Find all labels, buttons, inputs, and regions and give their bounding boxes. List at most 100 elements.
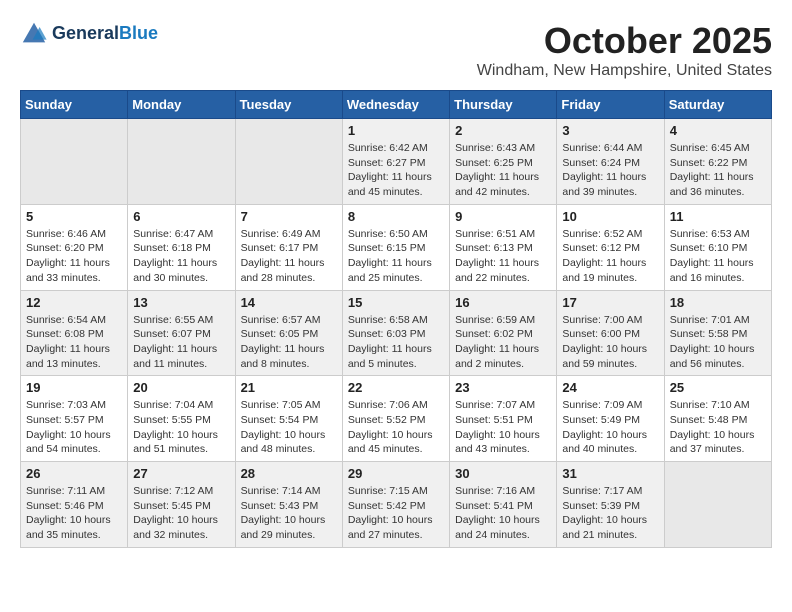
day-info: Sunrise: 7:07 AM Sunset: 5:51 PM Dayligh… bbox=[455, 398, 551, 457]
title-area: October 2025 Windham, New Hampshire, Uni… bbox=[477, 20, 772, 80]
calendar-cell: 6 Sunrise: 6:47 AM Sunset: 6:18 PM Daylig… bbox=[128, 204, 235, 290]
day-number: 20 bbox=[133, 380, 229, 395]
calendar-cell bbox=[235, 119, 342, 205]
month-title: October 2025 bbox=[477, 20, 772, 62]
day-info: Sunrise: 6:58 AM Sunset: 6:03 PM Dayligh… bbox=[348, 313, 444, 372]
day-number: 4 bbox=[670, 123, 766, 138]
day-number: 27 bbox=[133, 466, 229, 481]
day-number: 3 bbox=[562, 123, 658, 138]
day-info: Sunrise: 6:52 AM Sunset: 6:12 PM Dayligh… bbox=[562, 227, 658, 286]
col-header-monday: Monday bbox=[128, 91, 235, 119]
col-header-thursday: Thursday bbox=[450, 91, 557, 119]
day-info: Sunrise: 6:42 AM Sunset: 6:27 PM Dayligh… bbox=[348, 141, 444, 200]
day-number: 18 bbox=[670, 295, 766, 310]
logo-icon bbox=[20, 20, 48, 48]
calendar-cell: 23 Sunrise: 7:07 AM Sunset: 5:51 PM Dayli… bbox=[450, 376, 557, 462]
day-number: 22 bbox=[348, 380, 444, 395]
calendar-cell: 24 Sunrise: 7:09 AM Sunset: 5:49 PM Dayli… bbox=[557, 376, 664, 462]
day-info: Sunrise: 6:55 AM Sunset: 6:07 PM Dayligh… bbox=[133, 313, 229, 372]
day-info: Sunrise: 7:03 AM Sunset: 5:57 PM Dayligh… bbox=[26, 398, 122, 457]
calendar-cell: 27Sunrise: 7:12 AM Sunset: 5:45 PM Dayli… bbox=[128, 462, 235, 548]
day-info: Sunrise: 6:49 AM Sunset: 6:17 PM Dayligh… bbox=[241, 227, 337, 286]
day-number: 2 bbox=[455, 123, 551, 138]
day-info: Sunrise: 6:46 AM Sunset: 6:20 PM Dayligh… bbox=[26, 227, 122, 286]
calendar-cell: 13 Sunrise: 6:55 AM Sunset: 6:07 PM Dayli… bbox=[128, 290, 235, 376]
day-info: Sunrise: 7:14 AM Sunset: 5:43 PM Dayligh… bbox=[241, 484, 337, 543]
day-number: 12 bbox=[26, 295, 122, 310]
day-info: Sunrise: 6:47 AM Sunset: 6:18 PM Dayligh… bbox=[133, 227, 229, 286]
calendar-cell: 11Sunrise: 6:53 AM Sunset: 6:10 PM Dayli… bbox=[664, 204, 771, 290]
logo-line1: GeneralBlue bbox=[52, 24, 158, 44]
col-header-tuesday: Tuesday bbox=[235, 91, 342, 119]
day-number: 28 bbox=[241, 466, 337, 481]
calendar-cell bbox=[664, 462, 771, 548]
day-info: Sunrise: 7:00 AM Sunset: 6:00 PM Dayligh… bbox=[562, 313, 658, 372]
calendar-cell: 8Sunrise: 6:50 AM Sunset: 6:15 PM Daylig… bbox=[342, 204, 449, 290]
calendar-week-row: 1 Sunrise: 6:42 AM Sunset: 6:27 PM Daylig… bbox=[21, 119, 772, 205]
day-number: 5 bbox=[26, 209, 122, 224]
day-number: 14 bbox=[241, 295, 337, 310]
calendar-cell bbox=[21, 119, 128, 205]
calendar-cell: 25Sunrise: 7:10 AM Sunset: 5:48 PM Dayli… bbox=[664, 376, 771, 462]
day-info: Sunrise: 7:01 AM Sunset: 5:58 PM Dayligh… bbox=[670, 313, 766, 372]
calendar-cell: 30Sunrise: 7:16 AM Sunset: 5:41 PM Dayli… bbox=[450, 462, 557, 548]
day-number: 24 bbox=[562, 380, 658, 395]
day-info: Sunrise: 6:51 AM Sunset: 6:13 PM Dayligh… bbox=[455, 227, 551, 286]
calendar-week-row: 19 Sunrise: 7:03 AM Sunset: 5:57 PM Dayli… bbox=[21, 376, 772, 462]
day-info: Sunrise: 6:45 AM Sunset: 6:22 PM Dayligh… bbox=[670, 141, 766, 200]
day-number: 23 bbox=[455, 380, 551, 395]
calendar-cell: 14 Sunrise: 6:57 AM Sunset: 6:05 PM Dayli… bbox=[235, 290, 342, 376]
calendar-cell: 28 Sunrise: 7:14 AM Sunset: 5:43 PM Dayli… bbox=[235, 462, 342, 548]
day-info: Sunrise: 7:16 AM Sunset: 5:41 PM Dayligh… bbox=[455, 484, 551, 543]
day-info: Sunrise: 6:43 AM Sunset: 6:25 PM Dayligh… bbox=[455, 141, 551, 200]
day-number: 13 bbox=[133, 295, 229, 310]
day-info: Sunrise: 7:05 AM Sunset: 5:54 PM Dayligh… bbox=[241, 398, 337, 457]
day-info: Sunrise: 6:54 AM Sunset: 6:08 PM Dayligh… bbox=[26, 313, 122, 372]
calendar-week-row: 26 Sunrise: 7:11 AM Sunset: 5:46 PM Dayli… bbox=[21, 462, 772, 548]
calendar-cell: 16 Sunrise: 6:59 AM Sunset: 6:02 PM Dayli… bbox=[450, 290, 557, 376]
day-number: 31 bbox=[562, 466, 658, 481]
day-number: 19 bbox=[26, 380, 122, 395]
calendar-cell: 21 Sunrise: 7:05 AM Sunset: 5:54 PM Dayli… bbox=[235, 376, 342, 462]
day-info: Sunrise: 6:57 AM Sunset: 6:05 PM Dayligh… bbox=[241, 313, 337, 372]
header: GeneralBlue October 2025 Windham, New Ha… bbox=[20, 20, 772, 80]
day-number: 21 bbox=[241, 380, 337, 395]
day-info: Sunrise: 7:11 AM Sunset: 5:46 PM Dayligh… bbox=[26, 484, 122, 543]
day-number: 11 bbox=[670, 209, 766, 224]
col-header-saturday: Saturday bbox=[664, 91, 771, 119]
day-info: Sunrise: 7:10 AM Sunset: 5:48 PM Dayligh… bbox=[670, 398, 766, 457]
day-number: 6 bbox=[133, 209, 229, 224]
day-number: 8 bbox=[348, 209, 444, 224]
day-number: 16 bbox=[455, 295, 551, 310]
day-number: 26 bbox=[26, 466, 122, 481]
calendar-cell: 17Sunrise: 7:00 AM Sunset: 6:00 PM Dayli… bbox=[557, 290, 664, 376]
day-info: Sunrise: 7:09 AM Sunset: 5:49 PM Dayligh… bbox=[562, 398, 658, 457]
calendar-cell: 3 Sunrise: 6:44 AM Sunset: 6:24 PM Daylig… bbox=[557, 119, 664, 205]
calendar-cell: 18 Sunrise: 7:01 AM Sunset: 5:58 PM Dayli… bbox=[664, 290, 771, 376]
calendar-cell: 12 Sunrise: 6:54 AM Sunset: 6:08 PM Dayli… bbox=[21, 290, 128, 376]
day-info: Sunrise: 7:04 AM Sunset: 5:55 PM Dayligh… bbox=[133, 398, 229, 457]
calendar-cell: 4 Sunrise: 6:45 AM Sunset: 6:22 PM Daylig… bbox=[664, 119, 771, 205]
day-number: 1 bbox=[348, 123, 444, 138]
calendar-table: SundayMondayTuesdayWednesdayThursdayFrid… bbox=[20, 90, 772, 548]
calendar-cell: 1 Sunrise: 6:42 AM Sunset: 6:27 PM Daylig… bbox=[342, 119, 449, 205]
calendar-cell: 9 Sunrise: 6:51 AM Sunset: 6:13 PM Daylig… bbox=[450, 204, 557, 290]
day-number: 29 bbox=[348, 466, 444, 481]
calendar-cell: 10Sunrise: 6:52 AM Sunset: 6:12 PM Dayli… bbox=[557, 204, 664, 290]
day-info: Sunrise: 6:44 AM Sunset: 6:24 PM Dayligh… bbox=[562, 141, 658, 200]
day-number: 15 bbox=[348, 295, 444, 310]
day-number: 9 bbox=[455, 209, 551, 224]
calendar-week-row: 5 Sunrise: 6:46 AM Sunset: 6:20 PM Daylig… bbox=[21, 204, 772, 290]
calendar-cell: 31Sunrise: 7:17 AM Sunset: 5:39 PM Dayli… bbox=[557, 462, 664, 548]
day-info: Sunrise: 6:59 AM Sunset: 6:02 PM Dayligh… bbox=[455, 313, 551, 372]
calendar-header-row: SundayMondayTuesdayWednesdayThursdayFrid… bbox=[21, 91, 772, 119]
calendar-cell: 19 Sunrise: 7:03 AM Sunset: 5:57 PM Dayli… bbox=[21, 376, 128, 462]
calendar-cell: 15 Sunrise: 6:58 AM Sunset: 6:03 PM Dayli… bbox=[342, 290, 449, 376]
col-header-wednesday: Wednesday bbox=[342, 91, 449, 119]
day-number: 7 bbox=[241, 209, 337, 224]
calendar-cell: 26 Sunrise: 7:11 AM Sunset: 5:46 PM Dayli… bbox=[21, 462, 128, 548]
col-header-friday: Friday bbox=[557, 91, 664, 119]
day-info: Sunrise: 7:06 AM Sunset: 5:52 PM Dayligh… bbox=[348, 398, 444, 457]
logo: GeneralBlue bbox=[20, 20, 158, 48]
col-header-sunday: Sunday bbox=[21, 91, 128, 119]
